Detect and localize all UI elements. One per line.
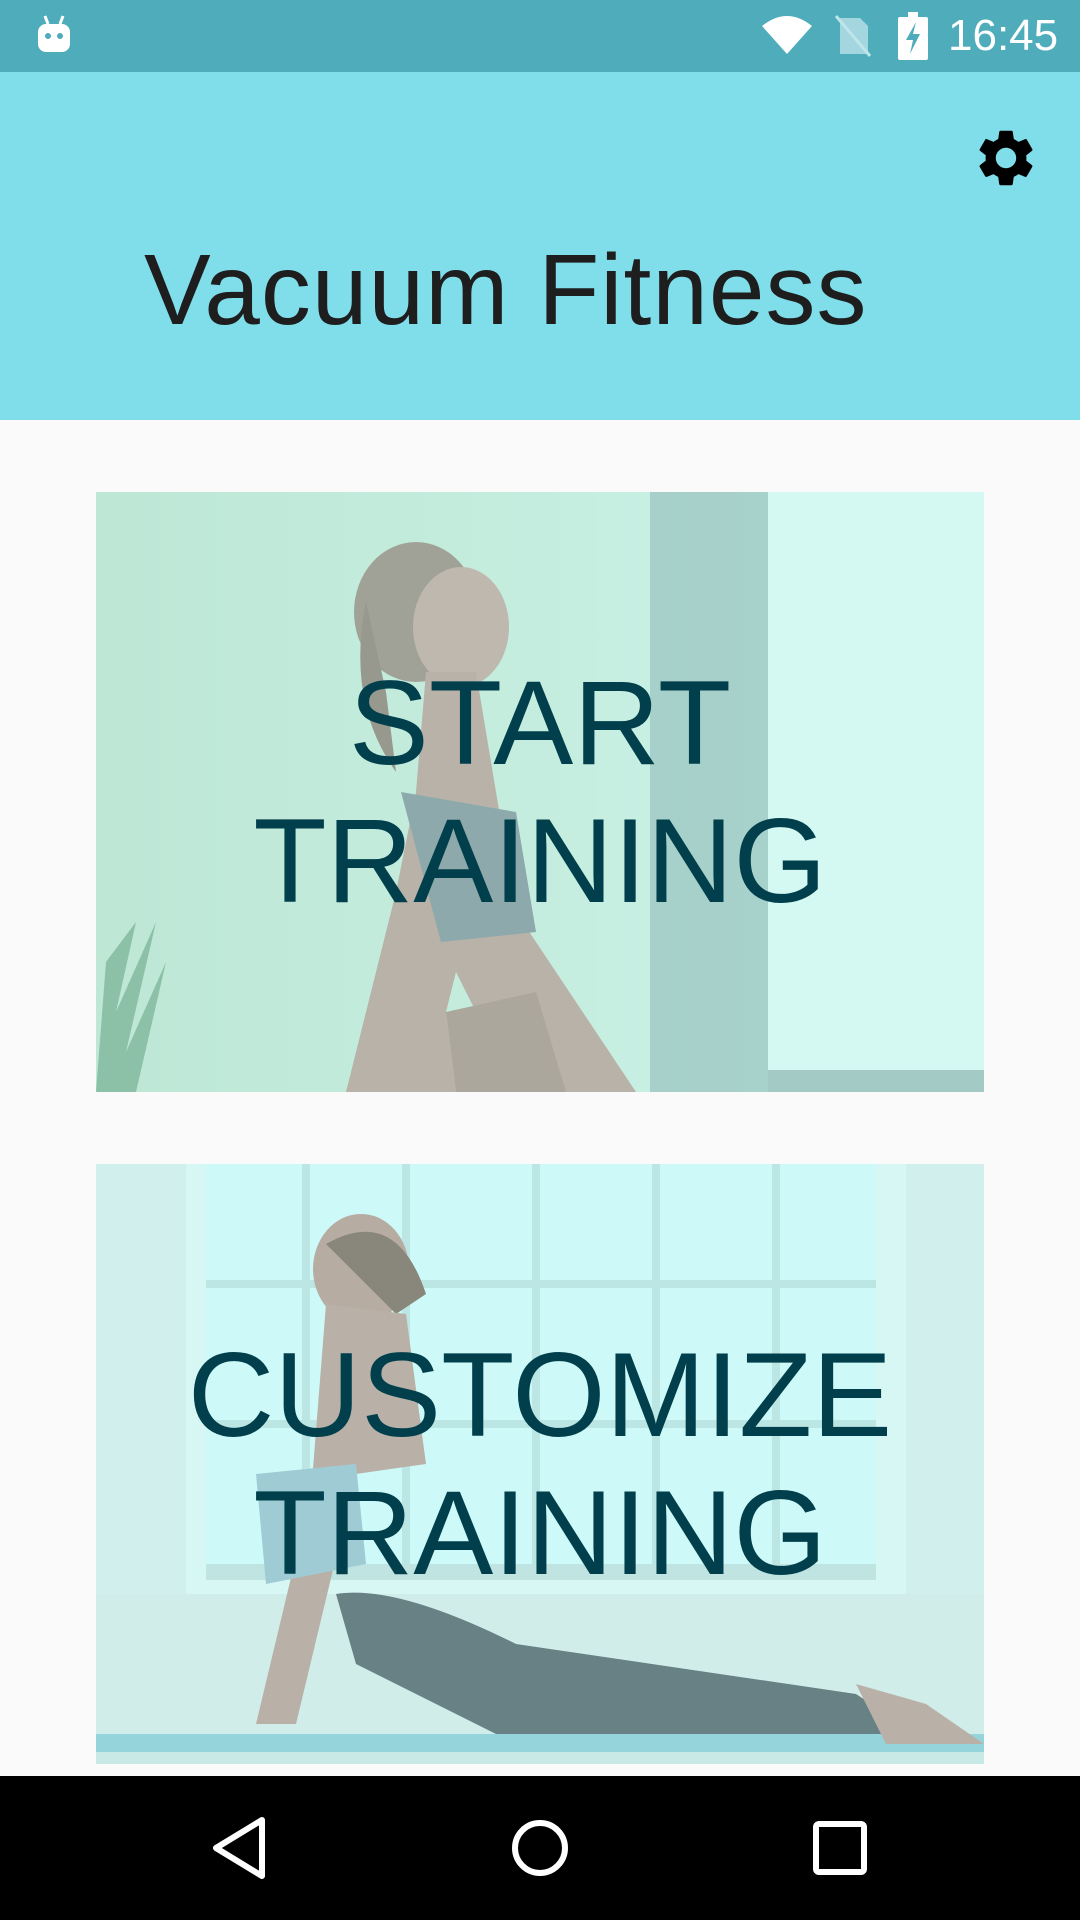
battery-charging-icon: [898, 12, 928, 60]
customize-training-line2: TRAINING: [253, 1466, 827, 1600]
status-bar: 16:45: [0, 0, 1080, 72]
customize-training-line1: CUSTOMIZE: [187, 1328, 893, 1462]
start-training-card[interactable]: START TRAINING: [96, 492, 984, 1092]
app-title: Vacuum Fitness: [144, 234, 868, 346]
no-sim-icon: [834, 15, 872, 57]
start-training-label: START TRAINING: [96, 492, 984, 1092]
home-icon[interactable]: [500, 1808, 580, 1888]
customize-training-card[interactable]: CUSTOMIZE TRAINING: [96, 1164, 984, 1764]
settings-button[interactable]: [972, 124, 1040, 192]
gear-icon: [979, 130, 1033, 186]
app-bar: Vacuum Fitness: [0, 72, 1080, 420]
status-time: 16:45: [948, 11, 1059, 60]
back-icon[interactable]: [200, 1808, 280, 1888]
wifi-icon: [762, 16, 812, 54]
start-training-line1: START: [348, 656, 732, 790]
navigation-bar: [0, 1776, 1080, 1920]
recents-icon[interactable]: [800, 1808, 880, 1888]
android-icon: [38, 15, 70, 52]
start-training-line2: TRAINING: [253, 794, 827, 928]
customize-training-label: CUSTOMIZE TRAINING: [96, 1164, 984, 1764]
